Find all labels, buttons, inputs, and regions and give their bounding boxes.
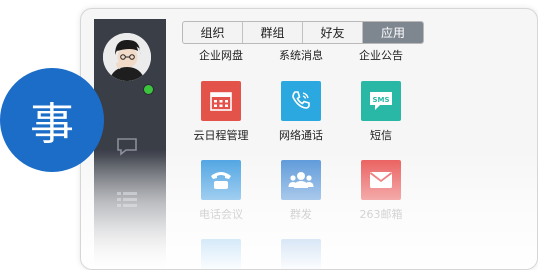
tab-organization[interactable]: 组织 [183,22,243,43]
svg-text:SMS: SMS [372,96,389,104]
app-label: 群发 [290,208,312,221]
tab-bar: 组织 群组 好友 应用 [182,21,424,44]
app-voip[interactable]: 网络通话 [261,81,341,143]
app-label-announcements[interactable]: 企业公告 [341,47,421,63]
phone-icon [281,81,321,121]
online-status-dot [143,84,154,95]
app-sms[interactable]: SMS 短信 [341,81,421,143]
app-tile-partial [261,239,341,269]
app-window: 组织 群组 好友 应用 企业网盘 系统消息 企业公告 云日程管理 网络通话 SM… [80,8,538,270]
calendar-icon [201,81,241,121]
app-label: 短信 [370,129,392,142]
list-icon[interactable] [114,187,140,213]
tab-apps[interactable]: 应用 [363,22,423,43]
avatar[interactable] [103,33,151,81]
app-label: 网络通话 [279,129,323,142]
app-icon [201,239,241,269]
app-263-mail[interactable]: 263邮箱 [341,160,421,222]
app-icon [281,239,321,269]
tab-friends[interactable]: 好友 [303,22,363,43]
app-label: 电话会议 [199,208,243,221]
feature-badge: 事 [0,68,104,172]
group-icon [281,160,321,200]
app-broadcast[interactable]: 群发 [261,160,341,222]
app-label-system-messages[interactable]: 系统消息 [261,47,341,63]
tab-groups[interactable]: 群组 [243,22,303,43]
conference-phone-icon [201,160,241,200]
sidebar [94,19,166,269]
app-conference[interactable]: 电话会议 [181,160,261,222]
sms-icon: SMS [361,81,401,121]
app-label-enterprise-drive[interactable]: 企业网盘 [181,47,261,63]
badge-text: 事 [30,99,74,150]
app-label: 263邮箱 [359,208,403,221]
mail-icon [361,160,401,200]
app-calendar[interactable]: 云日程管理 [181,81,261,143]
app-tile-partial [181,239,261,269]
chat-icon[interactable] [114,133,140,159]
app-label: 云日程管理 [193,129,249,142]
